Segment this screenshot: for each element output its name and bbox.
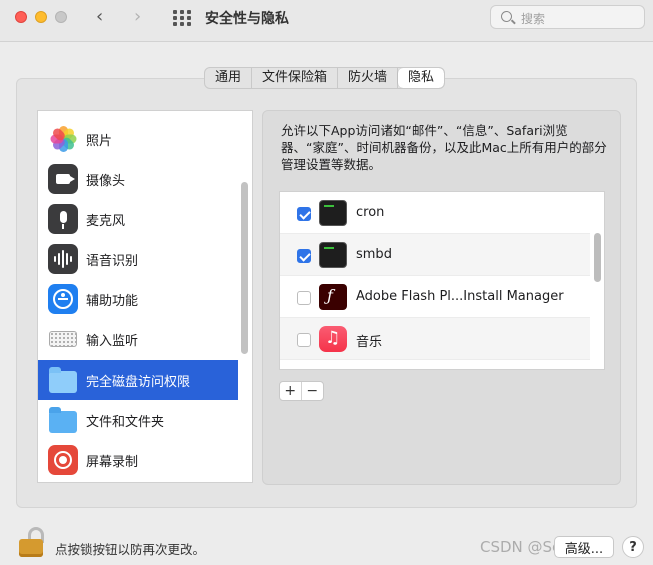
microphone-icon [48, 204, 78, 234]
keyboard-icon [48, 324, 78, 354]
category-item-microphone[interactable]: 麦克风 [38, 199, 238, 239]
app-row-adobe-flash[interactable]: Adobe Flash Pl...Install Manager [280, 276, 590, 318]
category-item-full-disk-access[interactable]: 完全磁盘访问权限 [38, 360, 238, 400]
screen-recording-icon [48, 445, 78, 475]
category-label: 文件和文件夹 [86, 414, 165, 430]
search-placeholder: 搜索 [521, 12, 546, 26]
tab-general[interactable]: 通用 [205, 68, 253, 88]
terminal-icon [319, 200, 347, 226]
category-label: 辅助功能 [86, 293, 139, 309]
app-row-smbd[interactable]: smbd [280, 234, 590, 276]
lock-icon[interactable] [18, 527, 46, 559]
tab-bar: 通用 文件保险箱 防火墙 隐私 [204, 67, 446, 89]
app-checkbox[interactable] [297, 249, 311, 263]
category-item-files-and-folders[interactable]: 文件和文件夹 [38, 400, 238, 440]
app-name: cron [356, 205, 385, 220]
category-label: 完全磁盘访问权限 [86, 374, 191, 390]
add-remove-buttons: + − [279, 381, 324, 401]
lock-hint-text: 点按锁按钮以防再次更改。 [55, 542, 206, 557]
forward-arrow-icon[interactable]: › [134, 7, 141, 27]
terminal-icon [319, 242, 347, 268]
title-bar: ‹ › 安全性与隐私 搜索 [0, 0, 653, 42]
app-row-music[interactable]: 音乐 [280, 318, 590, 360]
category-label: 照片 [86, 133, 113, 149]
category-item-input-monitoring[interactable]: 输入监听 [38, 319, 238, 359]
category-label: 摄像头 [86, 173, 126, 189]
tab-firewall[interactable]: 防火墙 [338, 68, 399, 88]
search-icon [501, 11, 512, 22]
description-text: 允许以下App访问诸如“邮件”、“信息”、Safari浏览器、“家庭”、时间机器… [281, 123, 607, 172]
app-checkbox[interactable] [297, 207, 311, 221]
back-arrow-icon[interactable]: ‹ [96, 7, 103, 27]
flash-icon [319, 284, 347, 310]
app-name: smbd [356, 247, 392, 262]
category-label: 输入监听 [86, 333, 139, 349]
music-icon [319, 326, 347, 352]
tab-privacy[interactable]: 隐私 [398, 68, 445, 88]
category-list-scrollbar[interactable] [241, 182, 248, 354]
minimize-window-button[interactable] [35, 11, 47, 23]
category-item-accessibility[interactable]: 辅助功能 [38, 279, 238, 319]
search-input[interactable]: 搜索 [490, 5, 645, 29]
app-list[interactable]: cron smbd Adobe Flash Pl...Install Manag… [279, 191, 605, 370]
category-item-speech-recognition[interactable]: 语音识别 [38, 239, 238, 279]
zoom-window-button[interactable] [55, 11, 67, 23]
category-label: 屏幕录制 [86, 454, 139, 470]
category-item-screen-recording[interactable]: 屏幕录制 [38, 440, 238, 480]
privacy-category-list[interactable]: 照片 摄像头 麦克风 语音识别 辅助功能 输入监听 完全磁盘访问权限 文件和文件… [37, 110, 253, 483]
folder-icon [48, 405, 78, 435]
app-list-scrollbar[interactable] [594, 233, 601, 282]
app-checkbox[interactable] [297, 333, 311, 347]
add-app-button[interactable]: + [280, 382, 302, 400]
remove-app-button[interactable]: − [302, 382, 323, 400]
app-name: 音乐 [356, 335, 383, 350]
category-item-camera[interactable]: 摄像头 [38, 159, 238, 199]
category-item-photos[interactable]: 照片 [38, 119, 238, 159]
app-name: Adobe Flash Pl...Install Manager [356, 289, 564, 304]
help-button[interactable]: ? [622, 536, 644, 558]
category-label: 麦克风 [86, 213, 126, 229]
speech-recognition-icon [48, 244, 78, 274]
app-checkbox[interactable] [297, 291, 311, 305]
accessibility-icon [48, 284, 78, 314]
tab-filevault[interactable]: 文件保险箱 [252, 68, 339, 88]
advanced-button[interactable]: 高级... [554, 536, 614, 558]
show-all-grid-icon[interactable] [173, 10, 191, 26]
folder-icon [48, 365, 78, 395]
close-window-button[interactable] [15, 11, 27, 23]
camera-icon [48, 164, 78, 194]
app-row-cron[interactable]: cron [280, 192, 590, 234]
category-label: 语音识别 [86, 253, 139, 269]
photos-icon [48, 124, 78, 154]
window-title: 安全性与隐私 [205, 11, 289, 27]
